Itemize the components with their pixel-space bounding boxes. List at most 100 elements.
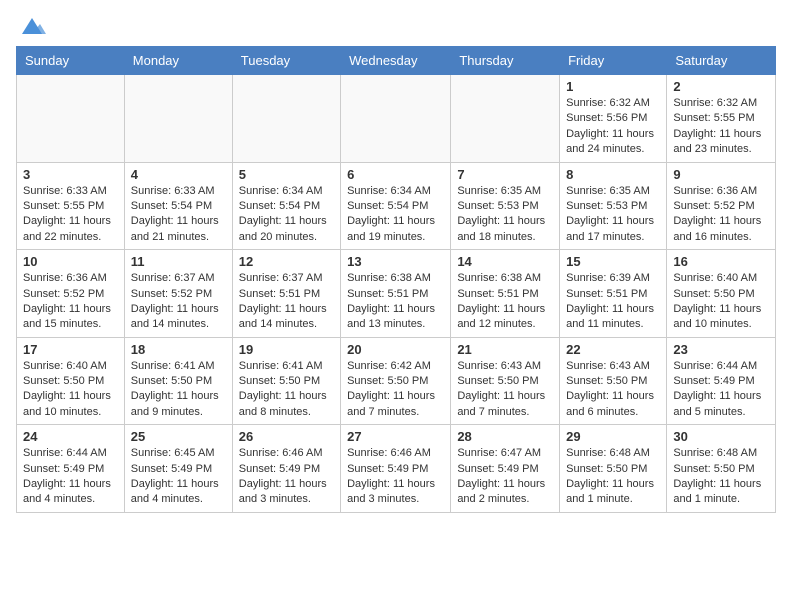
day-info: Sunrise: 6:37 AMSunset: 5:51 PMDaylight:… [239,271,334,333]
col-tuesday: Tuesday [232,47,340,75]
calendar-cell: 30 Sunrise: 6:48 AMSunset: 5:50 PMDayligh… [667,425,776,513]
calendar-cell: 19 Sunrise: 6:41 AMSunset: 5:50 PMDayligh… [232,337,340,425]
day-info: Sunrise: 6:34 AMSunset: 5:54 PMDaylight:… [347,184,444,246]
col-sunday: Sunday [17,47,125,75]
col-friday: Friday [560,47,667,75]
day-number: 7 [457,167,553,182]
day-number: 21 [457,342,553,357]
day-number: 23 [673,342,769,357]
calendar-cell: 5 Sunrise: 6:34 AMSunset: 5:54 PMDaylight… [232,162,340,250]
calendar-cell: 21Sunrise: 6:43 AMSunset: 5:50 PMDayligh… [451,337,560,425]
day-info: Sunrise: 6:36 AMSunset: 5:52 PMDaylight:… [23,271,118,333]
day-number: 29 [566,429,660,444]
calendar-cell: 26 Sunrise: 6:46 AMSunset: 5:49 PMDayligh… [232,425,340,513]
calendar-cell: 22Sunrise: 6:43 AMSunset: 5:50 PMDayligh… [560,337,667,425]
day-number: 4 [131,167,226,182]
day-info: Sunrise: 6:32 AMSunset: 5:56 PMDaylight:… [566,96,660,158]
day-info: Sunrise: 6:35 AMSunset: 5:53 PMDaylight:… [566,184,660,246]
calendar-cell: 25 Sunrise: 6:45 AMSunset: 5:49 PMDayligh… [124,425,232,513]
calendar-week-row: 1 Sunrise: 6:32 AMSunset: 5:56 PMDaylight… [17,75,776,163]
calendar-cell: 20 Sunrise: 6:42 AMSunset: 5:50 PMDayligh… [341,337,451,425]
day-info: Sunrise: 6:36 AMSunset: 5:52 PMDaylight:… [673,184,769,246]
col-monday: Monday [124,47,232,75]
day-number: 10 [23,254,118,269]
day-number: 20 [347,342,444,357]
day-info: Sunrise: 6:40 AMSunset: 5:50 PMDaylight:… [673,271,769,333]
day-info: Sunrise: 6:40 AMSunset: 5:50 PMDaylight:… [23,359,118,421]
day-number: 26 [239,429,334,444]
calendar-cell: 8Sunrise: 6:35 AMSunset: 5:53 PMDaylight… [560,162,667,250]
calendar-cell: 24Sunrise: 6:44 AMSunset: 5:49 PMDayligh… [17,425,125,513]
calendar-cell: 11 Sunrise: 6:37 AMSunset: 5:52 PMDayligh… [124,250,232,338]
calendar-cell: 7 Sunrise: 6:35 AMSunset: 5:53 PMDaylight… [451,162,560,250]
day-info: Sunrise: 6:47 AMSunset: 5:49 PMDaylight:… [457,446,553,508]
calendar-cell: 16 Sunrise: 6:40 AMSunset: 5:50 PMDayligh… [667,250,776,338]
day-info: Sunrise: 6:48 AMSunset: 5:50 PMDaylight:… [566,446,660,508]
day-number: 15 [566,254,660,269]
col-saturday: Saturday [667,47,776,75]
day-number: 17 [23,342,118,357]
calendar-week-row: 24Sunrise: 6:44 AMSunset: 5:49 PMDayligh… [17,425,776,513]
day-number: 18 [131,342,226,357]
day-number: 11 [131,254,226,269]
page: Sunday Monday Tuesday Wednesday Thursday… [0,0,792,529]
day-info: Sunrise: 6:43 AMSunset: 5:50 PMDaylight:… [566,359,660,421]
calendar-cell: 9 Sunrise: 6:36 AMSunset: 5:52 PMDaylight… [667,162,776,250]
day-info: Sunrise: 6:32 AMSunset: 5:55 PMDaylight:… [673,96,769,158]
day-number: 25 [131,429,226,444]
calendar-cell [451,75,560,163]
day-number: 30 [673,429,769,444]
day-info: Sunrise: 6:44 AMSunset: 5:49 PMDaylight:… [23,446,118,508]
logo-icon [18,16,46,38]
day-number: 3 [23,167,118,182]
calendar-cell [341,75,451,163]
calendar-table: Sunday Monday Tuesday Wednesday Thursday… [16,46,776,513]
day-number: 28 [457,429,553,444]
calendar-week-row: 10 Sunrise: 6:36 AMSunset: 5:52 PMDayligh… [17,250,776,338]
day-number: 9 [673,167,769,182]
day-info: Sunrise: 6:42 AMSunset: 5:50 PMDaylight:… [347,359,444,421]
col-thursday: Thursday [451,47,560,75]
day-info: Sunrise: 6:35 AMSunset: 5:53 PMDaylight:… [457,184,553,246]
day-info: Sunrise: 6:37 AMSunset: 5:52 PMDaylight:… [131,271,226,333]
day-number: 2 [673,79,769,94]
day-number: 12 [239,254,334,269]
day-number: 14 [457,254,553,269]
calendar-cell: 29 Sunrise: 6:48 AMSunset: 5:50 PMDayligh… [560,425,667,513]
calendar-header-row: Sunday Monday Tuesday Wednesday Thursday… [17,47,776,75]
day-info: Sunrise: 6:41 AMSunset: 5:50 PMDaylight:… [239,359,334,421]
day-info: Sunrise: 6:45 AMSunset: 5:49 PMDaylight:… [131,446,226,508]
day-info: Sunrise: 6:48 AMSunset: 5:50 PMDaylight:… [673,446,769,508]
day-info: Sunrise: 6:46 AMSunset: 5:49 PMDaylight:… [239,446,334,508]
day-number: 6 [347,167,444,182]
day-info: Sunrise: 6:38 AMSunset: 5:51 PMDaylight:… [457,271,553,333]
day-number: 13 [347,254,444,269]
calendar-cell: 2 Sunrise: 6:32 AMSunset: 5:55 PMDaylight… [667,75,776,163]
day-number: 1 [566,79,660,94]
calendar-cell: 23Sunrise: 6:44 AMSunset: 5:49 PMDayligh… [667,337,776,425]
day-info: Sunrise: 6:33 AMSunset: 5:54 PMDaylight:… [131,184,226,246]
calendar-cell: 18 Sunrise: 6:41 AMSunset: 5:50 PMDayligh… [124,337,232,425]
calendar-cell: 10 Sunrise: 6:36 AMSunset: 5:52 PMDayligh… [17,250,125,338]
day-info: Sunrise: 6:46 AMSunset: 5:49 PMDaylight:… [347,446,444,508]
calendar-cell: 13 Sunrise: 6:38 AMSunset: 5:51 PMDayligh… [341,250,451,338]
logo [16,16,48,34]
day-number: 16 [673,254,769,269]
calendar-cell: 3 Sunrise: 6:33 AMSunset: 5:55 PMDaylight… [17,162,125,250]
calendar-cell: 15 Sunrise: 6:39 AMSunset: 5:51 PMDayligh… [560,250,667,338]
day-info: Sunrise: 6:41 AMSunset: 5:50 PMDaylight:… [131,359,226,421]
calendar-week-row: 17 Sunrise: 6:40 AMSunset: 5:50 PMDayligh… [17,337,776,425]
day-number: 27 [347,429,444,444]
day-info: Sunrise: 6:38 AMSunset: 5:51 PMDaylight:… [347,271,444,333]
day-number: 19 [239,342,334,357]
header [16,16,776,34]
calendar-cell: 28 Sunrise: 6:47 AMSunset: 5:49 PMDayligh… [451,425,560,513]
calendar-cell: 27 Sunrise: 6:46 AMSunset: 5:49 PMDayligh… [341,425,451,513]
day-info: Sunrise: 6:33 AMSunset: 5:55 PMDaylight:… [23,184,118,246]
day-info: Sunrise: 6:34 AMSunset: 5:54 PMDaylight:… [239,184,334,246]
calendar-cell [124,75,232,163]
calendar-week-row: 3 Sunrise: 6:33 AMSunset: 5:55 PMDaylight… [17,162,776,250]
calendar-cell: 17 Sunrise: 6:40 AMSunset: 5:50 PMDayligh… [17,337,125,425]
day-info: Sunrise: 6:39 AMSunset: 5:51 PMDaylight:… [566,271,660,333]
day-number: 5 [239,167,334,182]
